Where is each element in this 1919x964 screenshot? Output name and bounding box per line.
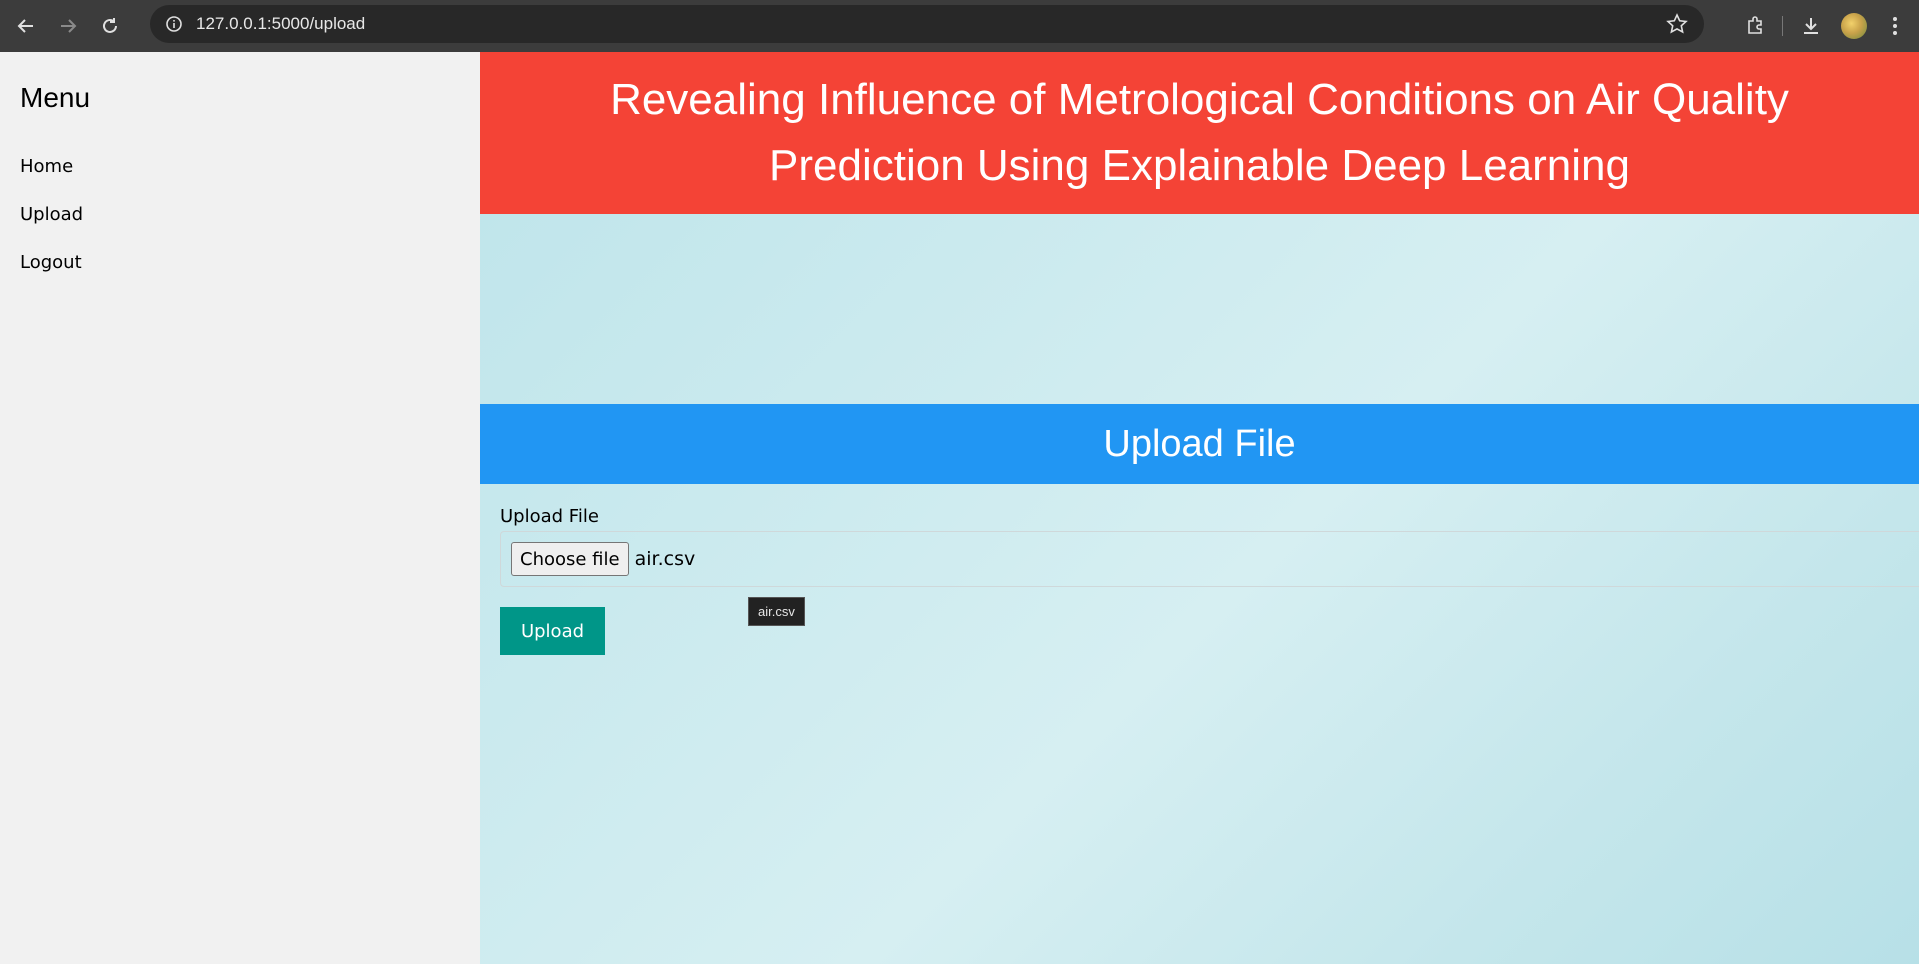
back-icon[interactable] xyxy=(10,10,42,42)
sidebar: Menu Home Upload Logout xyxy=(0,52,480,964)
sidebar-item-logout[interactable]: Logout xyxy=(20,252,82,273)
file-tooltip: air.csv xyxy=(748,597,805,626)
toolbar-divider xyxy=(1782,16,1783,36)
address-bar[interactable]: 127.0.0.1:5000/upload xyxy=(150,5,1704,43)
page-title-line1: Revealing Influence of Metrological Cond… xyxy=(610,75,1789,124)
file-input[interactable]: Choose file air.csv xyxy=(500,531,1919,587)
more-menu-icon[interactable] xyxy=(1877,8,1913,44)
main-content: Revealing Influence of Metrological Cond… xyxy=(480,52,1919,964)
choose-file-button[interactable]: Choose file xyxy=(511,542,629,576)
browser-toolbar: 127.0.0.1:5000/upload xyxy=(0,0,1919,52)
selected-file-name: air.csv xyxy=(634,548,696,570)
bookmark-star-icon[interactable] xyxy=(1666,13,1688,39)
upload-field-label: Upload File xyxy=(500,506,599,527)
upload-button[interactable]: Upload xyxy=(500,607,605,655)
sidebar-title: Menu xyxy=(20,82,91,113)
toolbar-right xyxy=(1728,0,1919,52)
forward-icon[interactable] xyxy=(52,10,84,42)
extensions-icon[interactable] xyxy=(1738,8,1774,44)
profile-avatar[interactable] xyxy=(1841,13,1867,39)
sidebar-item-home[interactable]: Home xyxy=(20,156,73,177)
page-header: Revealing Influence of Metrological Cond… xyxy=(480,52,1919,214)
section-heading: Upload File xyxy=(480,404,1919,484)
download-icon[interactable] xyxy=(1793,8,1829,44)
site-info-icon[interactable] xyxy=(162,12,186,36)
url-text[interactable]: 127.0.0.1:5000/upload xyxy=(196,14,365,34)
reload-icon[interactable] xyxy=(94,10,126,42)
page-title-line2: Prediction Using Explainable Deep Learni… xyxy=(769,141,1630,190)
sidebar-item-upload[interactable]: Upload xyxy=(20,204,83,225)
